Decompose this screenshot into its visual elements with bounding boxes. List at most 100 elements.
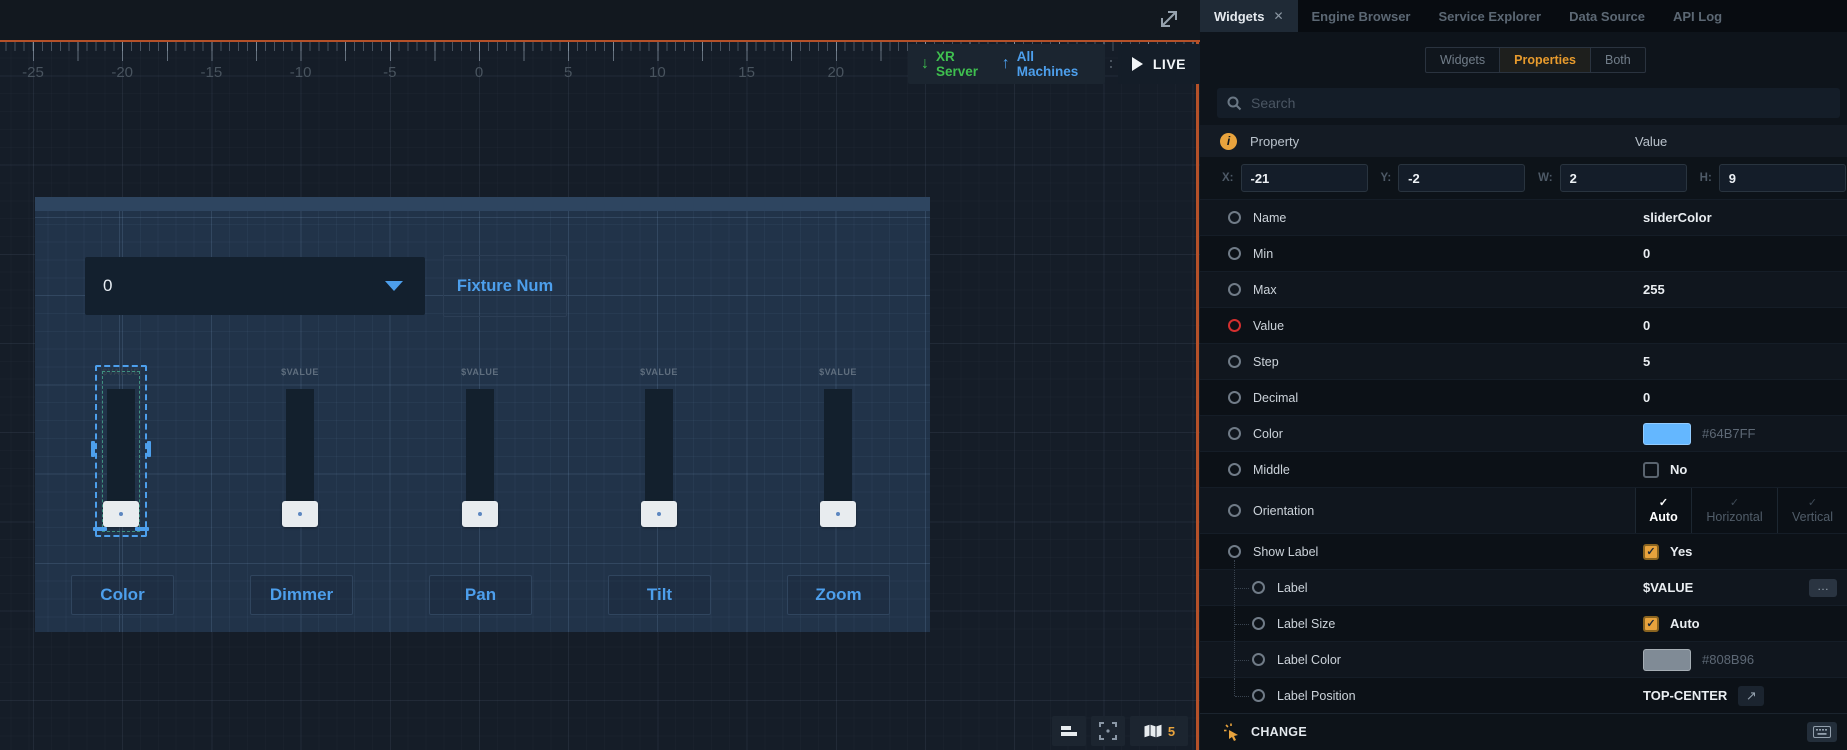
live-button[interactable]: LIVE <box>1118 44 1200 84</box>
property-radio-icon[interactable] <box>1228 504 1241 517</box>
tab-api-log[interactable]: API Log <box>1659 0 1736 32</box>
property-value: 0 <box>1643 236 1650 271</box>
property-radio-icon[interactable] <box>1252 689 1265 702</box>
property-value-text[interactable]: 5 <box>1643 354 1650 369</box>
slider-handle[interactable] <box>820 501 856 527</box>
property-value-text[interactable]: $VALUE <box>1643 580 1693 595</box>
selection-grip[interactable] <box>93 527 107 531</box>
property-label: Step <box>1253 355 1279 369</box>
property-radio-icon[interactable] <box>1228 211 1241 224</box>
property-value-text[interactable]: 0 <box>1643 390 1650 405</box>
property-row-label[interactable]: Label$VALUE… <box>1200 569 1847 605</box>
property-value-text[interactable]: sliderColor <box>1643 210 1712 225</box>
slider-handle[interactable] <box>462 501 498 527</box>
widget-button-dimmer[interactable]: Dimmer <box>250 575 353 615</box>
orientation-option-vertical[interactable]: ✓Vertical <box>1777 488 1847 533</box>
property-row-show-label[interactable]: Show Label✓Yes <box>1200 533 1847 569</box>
property-row-color[interactable]: Color#64B7FF <box>1200 415 1847 451</box>
orientation-option-label: Horizontal <box>1706 510 1762 525</box>
geometry-input-y[interactable] <box>1398 164 1525 192</box>
slider-widget-4[interactable]: $VALUE <box>629 357 689 539</box>
open-position-editor-icon[interactable]: ↗ <box>1738 686 1764 706</box>
checkbox-value-label: Auto <box>1670 616 1700 631</box>
search-input[interactable] <box>1251 95 1830 111</box>
property-radio-icon[interactable] <box>1252 581 1265 594</box>
property-row-min[interactable]: Min0 <box>1200 235 1847 271</box>
layers-button[interactable] <box>1052 716 1086 746</box>
property-row-middle[interactable]: MiddleNo <box>1200 451 1847 487</box>
property-radio-icon[interactable] <box>1228 463 1241 476</box>
more-button[interactable]: … <box>1809 579 1837 597</box>
info-icon[interactable]: i <box>1220 133 1237 150</box>
tab-data-source[interactable]: Data Source <box>1555 0 1659 32</box>
fixture-num-button[interactable]: Fixture Num <box>443 255 567 317</box>
property-label: Name <box>1253 211 1286 225</box>
fit-view-button[interactable] <box>1091 716 1125 746</box>
slider-widget-3[interactable]: $VALUE <box>450 357 510 539</box>
property-row-value[interactable]: Value0 <box>1200 307 1847 343</box>
property-row-label-position[interactable]: Label PositionTOP-CENTER↗ <box>1200 677 1847 713</box>
widget-button-zoom[interactable]: Zoom <box>787 575 890 615</box>
property-value: TOP-CENTER↗ <box>1643 678 1764 713</box>
property-value-text[interactable]: 0 <box>1643 318 1650 333</box>
property-radio-icon[interactable] <box>1252 617 1265 630</box>
property-row-step[interactable]: Step 5 <box>1200 343 1847 379</box>
view-tab-both[interactable]: Both <box>1591 48 1645 72</box>
selection-grip[interactable] <box>135 527 149 531</box>
tab-engine-browser[interactable]: Engine Browser <box>1298 0 1425 32</box>
property-radio-icon[interactable] <box>1228 355 1241 368</box>
slider-handle[interactable] <box>641 501 677 527</box>
slider-widget-2[interactable]: $VALUE <box>270 357 330 539</box>
slider-widget-1[interactable]: $VALUE <box>91 357 151 539</box>
property-radio-icon[interactable] <box>1228 391 1241 404</box>
property-radio-icon[interactable] <box>1228 319 1241 332</box>
view-tab-properties[interactable]: Properties <box>1500 48 1591 72</box>
tab-widgets[interactable]: Widgets✕ <box>1200 0 1298 32</box>
orientation-option-horizontal[interactable]: ✓Horizontal <box>1691 488 1777 533</box>
color-swatch[interactable] <box>1643 423 1691 445</box>
geometry-label: W: <box>1538 172 1552 184</box>
checkbox[interactable]: ✓ <box>1643 544 1659 560</box>
property-row-label-size[interactable]: Label Size✓Auto <box>1200 605 1847 641</box>
widget-button-tilt[interactable]: Tilt <box>608 575 711 615</box>
tab-label: Service Explorer <box>1438 9 1541 24</box>
expand-icon[interactable] <box>1155 5 1183 33</box>
selection-grip[interactable] <box>91 441 95 457</box>
map-button[interactable]: 5 <box>1130 716 1188 746</box>
geometry-input-x[interactable] <box>1241 164 1368 192</box>
change-row[interactable]: CHANGE <box>1200 713 1847 750</box>
property-row-max[interactable]: Max255 <box>1200 271 1847 307</box>
widget-panel[interactable]: 0 Fixture Num $VALUE $VALUE $VALUE $VALUE $V… <box>35 197 930 632</box>
server-status[interactable]: ↓ XR Server ↑ All Machines <box>908 44 1105 84</box>
property-column-header: Property <box>1250 134 1299 149</box>
property-radio-icon[interactable] <box>1228 545 1241 558</box>
property-row-decimal[interactable]: Decimal0 <box>1200 379 1847 415</box>
search-box[interactable] <box>1217 88 1840 118</box>
geometry-input-h[interactable] <box>1719 164 1846 192</box>
widget-button-color[interactable]: Color <box>71 575 174 615</box>
property-radio-icon[interactable] <box>1228 427 1241 440</box>
slider-widget-5[interactable]: $VALUE <box>808 357 868 539</box>
selection-grip[interactable] <box>147 441 151 457</box>
slider-handle[interactable] <box>282 501 318 527</box>
property-radio-icon[interactable] <box>1252 653 1265 666</box>
tab-service-explorer[interactable]: Service Explorer <box>1424 0 1555 32</box>
property-row-orientation[interactable]: Orientation✓Auto✓Horizontal✓Vertical <box>1200 487 1847 533</box>
geometry-input-w[interactable] <box>1560 164 1687 192</box>
widget-button-pan[interactable]: Pan <box>429 575 532 615</box>
color-swatch[interactable] <box>1643 649 1691 671</box>
keyboard-shortcut-button[interactable] <box>1807 722 1837 742</box>
checkbox[interactable]: ✓ <box>1643 616 1659 632</box>
property-radio-icon[interactable] <box>1228 283 1241 296</box>
orientation-option-auto[interactable]: ✓Auto <box>1635 488 1691 533</box>
property-radio-icon[interactable] <box>1228 247 1241 260</box>
property-row-label-color[interactable]: Label Color#808B96 <box>1200 641 1847 677</box>
property-value-text[interactable]: 0 <box>1643 246 1650 261</box>
design-canvas[interactable]: -25-20-15-10-505101520 ↓ XR Server ↑ All… <box>0 0 1200 750</box>
property-row-name[interactable]: Name sliderColor <box>1200 199 1847 235</box>
property-value-text[interactable]: 255 <box>1643 282 1665 297</box>
checkbox[interactable] <box>1643 462 1659 478</box>
fixture-dropdown[interactable]: 0 <box>85 257 425 315</box>
close-icon[interactable]: ✕ <box>1273 9 1283 23</box>
view-tab-widgets[interactable]: Widgets <box>1426 48 1500 72</box>
